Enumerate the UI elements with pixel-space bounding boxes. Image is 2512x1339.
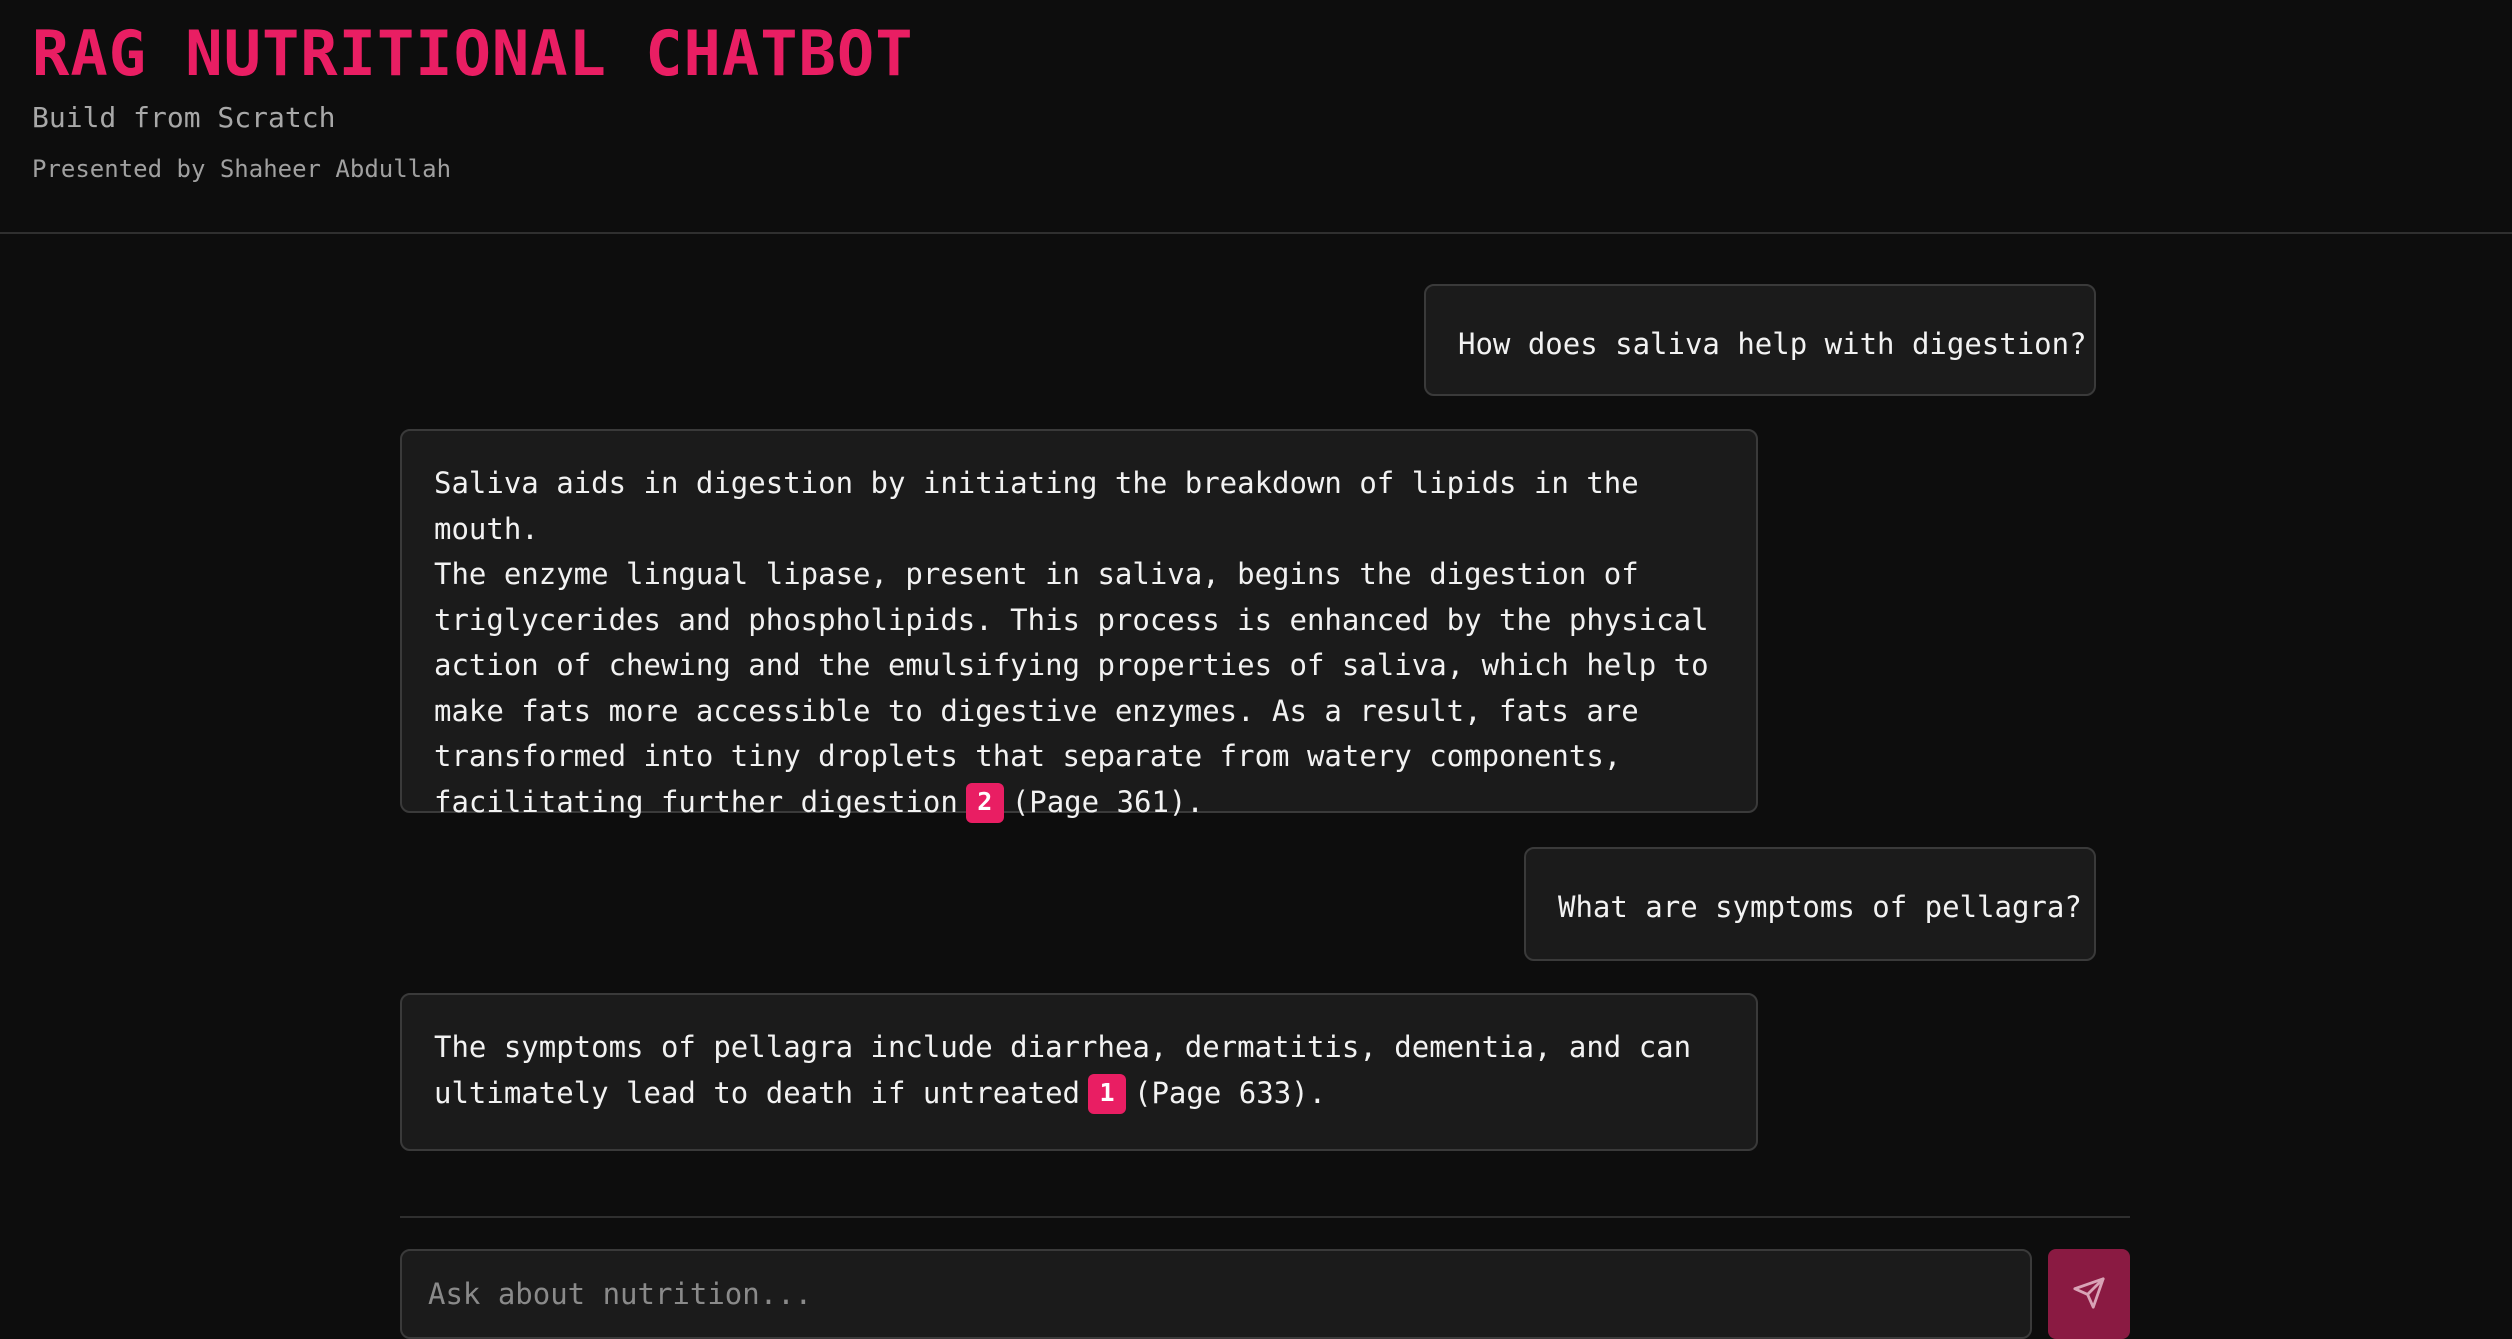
chat-area: How does saliva help with digestion? Sal… bbox=[0, 236, 2512, 1328]
user-message: How does saliva help with digestion? bbox=[1424, 284, 2096, 396]
assistant-message-text: Saliva aids in digestion by initiating t… bbox=[434, 466, 1709, 819]
app-header: RAG NUTRITIONAL CHATBOT Build from Scrat… bbox=[0, 0, 2512, 234]
user-message: What are symptoms of pellagra? bbox=[1524, 847, 2096, 961]
citation-badge[interactable]: 1 bbox=[1088, 1073, 1127, 1114]
user-message-text: What are symptoms of pellagra? bbox=[1558, 890, 2082, 924]
send-button[interactable] bbox=[2048, 1249, 2130, 1339]
presenter-credit: Presented by Shaheer Abdullah bbox=[32, 155, 452, 183]
citation-page: (Page 633). bbox=[1134, 1075, 1327, 1110]
assistant-message: The symptoms of pellagra include diarrhe… bbox=[400, 993, 1758, 1151]
assistant-message: Saliva aids in digestion by initiating t… bbox=[400, 429, 1758, 823]
citation-badge[interactable]: 2 bbox=[965, 782, 1004, 823]
send-icon bbox=[2072, 1276, 2106, 1313]
assistant-message-text: The symptoms of pellagra include diarrhe… bbox=[434, 1030, 1692, 1110]
composer-divider bbox=[400, 1216, 2130, 1218]
user-message-text: How does saliva help with digestion? bbox=[1458, 327, 2087, 361]
app-title: RAG NUTRITIONAL CHATBOT bbox=[32, 17, 914, 90]
citation-page: (Page 361). bbox=[1011, 784, 1204, 819]
chat-input[interactable] bbox=[400, 1249, 2032, 1339]
app-subtitle: Build from Scratch bbox=[32, 101, 336, 134]
